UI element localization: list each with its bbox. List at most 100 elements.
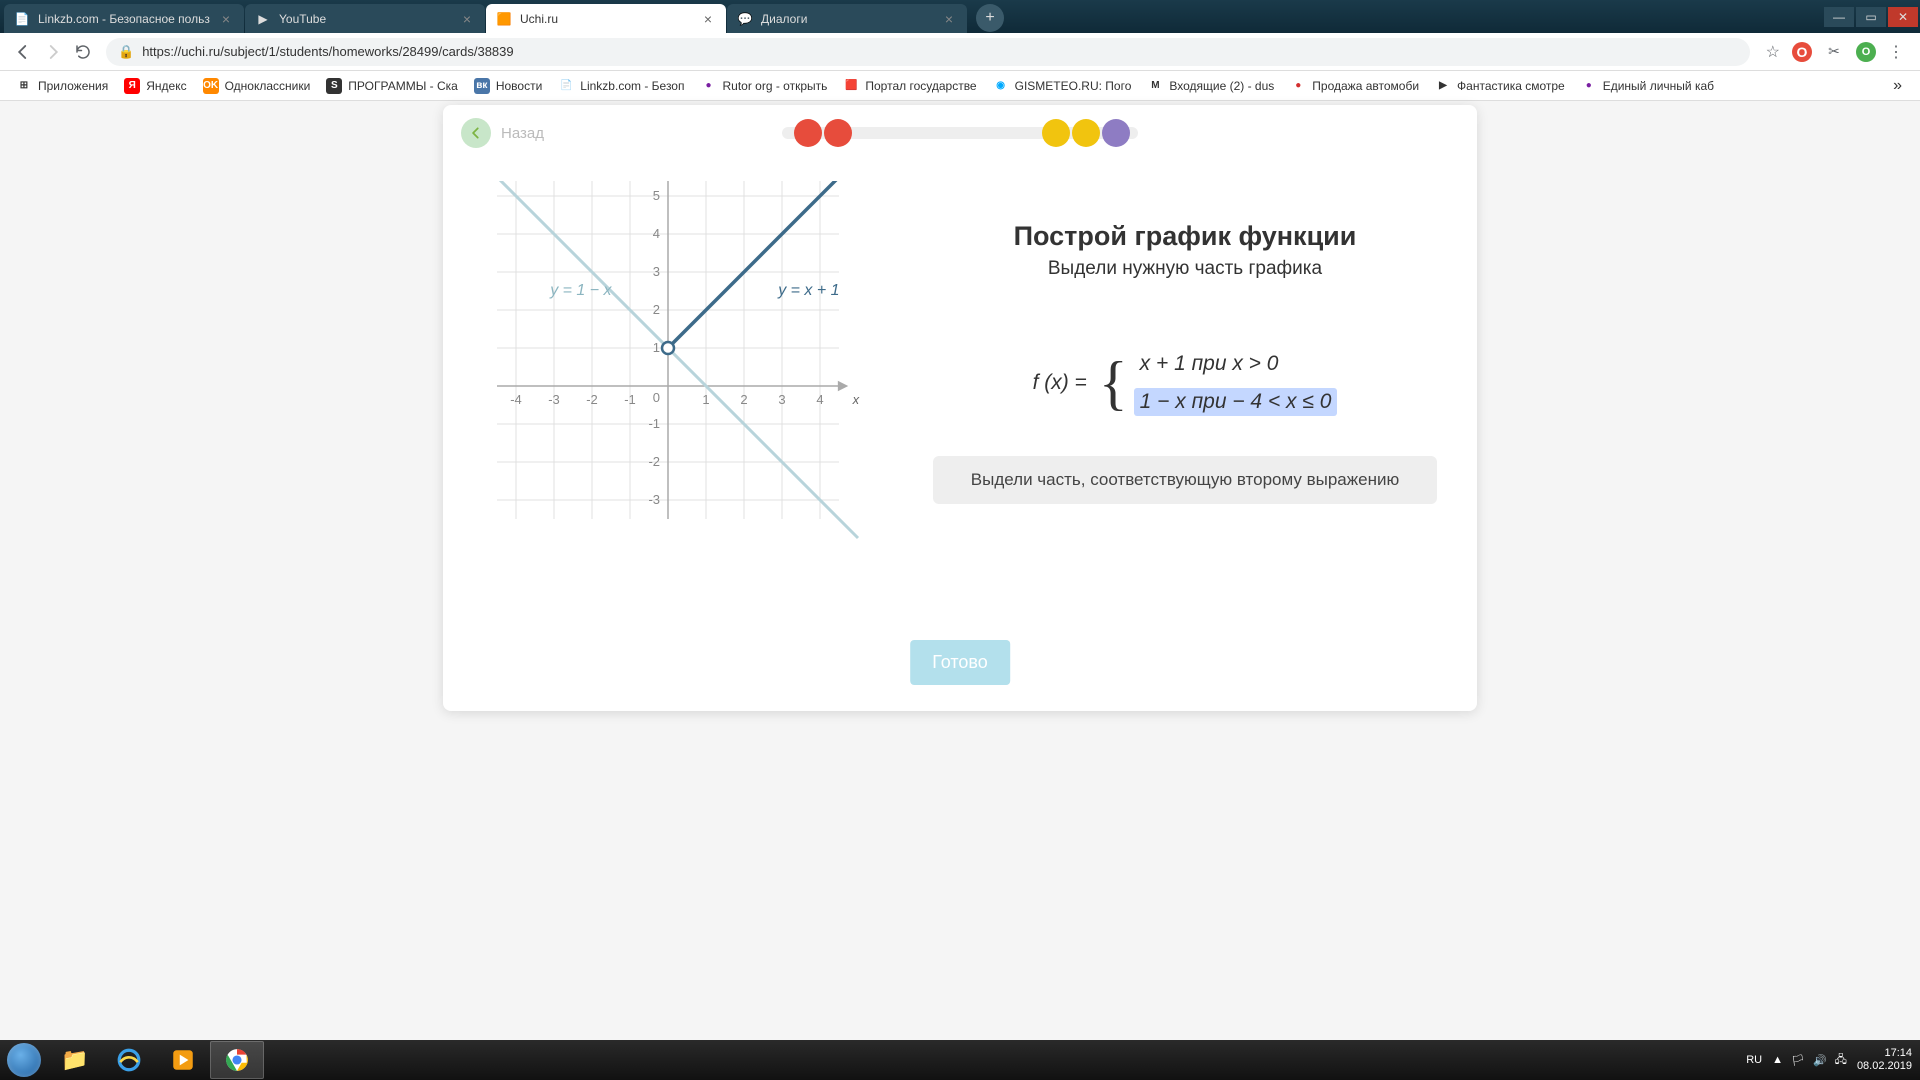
bookmark-item[interactable]: Я Яндекс bbox=[116, 74, 194, 98]
tray-up-icon[interactable]: ▲ bbox=[1772, 1054, 1783, 1066]
svg-text:2: 2 bbox=[740, 392, 747, 407]
brace-icon: { bbox=[1099, 365, 1128, 401]
bookmark-icon: S bbox=[326, 78, 342, 94]
taskbar-explorer[interactable]: 📁 bbox=[48, 1041, 102, 1079]
bookmark-icon: ● bbox=[700, 78, 716, 94]
window-close-button[interactable]: ✕ bbox=[1888, 7, 1918, 27]
new-tab-button[interactable]: + bbox=[976, 4, 1004, 32]
svg-text:1: 1 bbox=[702, 392, 709, 407]
taskbar-ie[interactable] bbox=[102, 1041, 156, 1079]
progress-dot bbox=[824, 119, 852, 147]
nav-forward-button[interactable] bbox=[38, 37, 68, 67]
case-2-highlighted[interactable]: 1 − x при − 4 < x ≤ 0 bbox=[1134, 388, 1338, 416]
bookmark-item[interactable]: OKОдноклассники bbox=[195, 74, 319, 98]
taskbar-chrome[interactable] bbox=[210, 1041, 264, 1079]
bookmark-item[interactable]: S ПРОГРАММЫ - Ска bbox=[318, 74, 466, 98]
bookmark-label: Новости bbox=[496, 79, 542, 93]
minimize-button[interactable]: — bbox=[1824, 7, 1854, 27]
bookmark-label: ПРОГРАММЫ - Ска bbox=[348, 79, 458, 93]
bookmark-label: Входящие (2) - dus bbox=[1169, 79, 1274, 93]
task-hint: Выдели часть, соответствующую второму вы… bbox=[933, 456, 1437, 504]
tab-title: Linkzb.com - Безопасное польз bbox=[38, 12, 218, 26]
tray-clock[interactable]: 17:14 08.02.2019 bbox=[1857, 1047, 1912, 1073]
svg-text:y = x + 1: y = x + 1 bbox=[777, 282, 839, 299]
bookmark-label: Продажа автомоби bbox=[1312, 79, 1419, 93]
browser-tab[interactable]: ▶ YouTube × bbox=[245, 4, 485, 33]
bookmark-label: GISMETEO.RU: Пого bbox=[1015, 79, 1132, 93]
bookmark-icon: ⊞ bbox=[16, 78, 32, 94]
bookmark-item[interactable]: ▶Фантастика смотре bbox=[1427, 74, 1573, 98]
bookmarks-overflow-button[interactable]: » bbox=[1883, 73, 1912, 99]
bookmark-item[interactable]: 🟥Портал государстве bbox=[835, 74, 984, 98]
flag-icon[interactable]: 🏳 bbox=[1791, 1054, 1805, 1067]
extension-icon-2[interactable]: ✂ bbox=[1824, 42, 1844, 62]
window-titlebar: 📄 Linkzb.com - Безопасное польз ×▶ YouTu… bbox=[0, 0, 1920, 33]
tray-icons[interactable]: ▲ 🏳 🔊 🖧 bbox=[1772, 1051, 1847, 1070]
chrome-menu-icon[interactable]: ⋮ bbox=[1888, 42, 1904, 62]
maximize-button[interactable]: ▭ bbox=[1856, 7, 1886, 27]
browser-tab[interactable]: 📄 Linkzb.com - Безопасное польз × bbox=[4, 4, 244, 33]
profile-avatar[interactable]: О bbox=[1856, 42, 1876, 62]
svg-text:-2: -2 bbox=[586, 392, 598, 407]
tab-close-icon[interactable]: × bbox=[459, 11, 475, 27]
taskbar-media[interactable] bbox=[156, 1041, 210, 1079]
svg-text:-3: -3 bbox=[648, 492, 660, 507]
bookmark-icon: Я bbox=[124, 78, 140, 94]
back-button[interactable] bbox=[461, 118, 491, 148]
browser-tab[interactable]: 💬 Диалоги × bbox=[727, 4, 967, 33]
progress-dot bbox=[1102, 119, 1130, 147]
nav-back-button[interactable] bbox=[8, 37, 38, 67]
case-1[interactable]: x + 1 при x > 0 bbox=[1134, 350, 1338, 378]
bookmark-label: Яндекс bbox=[146, 79, 186, 93]
bookmark-label: Фантастика смотре bbox=[1457, 79, 1565, 93]
bookmark-item[interactable]: вкНовости bbox=[466, 74, 550, 98]
bookmark-label: Приложения bbox=[38, 79, 108, 93]
card-body: -4-3-2-112340-3-2-112345xyy = 1 − xy = x… bbox=[443, 161, 1477, 591]
bookmarks-bar: ⊞ Приложения Я Яндекс OKОдноклассники S ПРОГРА… bbox=[0, 71, 1920, 101]
progress-dots bbox=[782, 127, 1138, 139]
fx-label: f (x) = bbox=[1033, 371, 1087, 395]
tab-close-icon[interactable]: × bbox=[700, 11, 716, 27]
task-panel: Построй график функции Выдели нужную час… bbox=[933, 181, 1437, 591]
function-graph[interactable]: -4-3-2-112340-3-2-112345xyy = 1 − xy = x… bbox=[483, 181, 913, 591]
svg-text:4: 4 bbox=[816, 392, 823, 407]
svg-text:-4: -4 bbox=[510, 392, 522, 407]
bookmark-item[interactable]: ● Rutor org - открыть bbox=[692, 74, 835, 98]
start-button[interactable] bbox=[0, 1040, 48, 1080]
network-icon[interactable]: 🖧 bbox=[1835, 1051, 1847, 1070]
star-icon[interactable]: ☆ bbox=[1766, 42, 1780, 62]
system-tray: RU ▲ 🏳 🔊 🖧 17:14 08.02.2019 bbox=[1746, 1047, 1920, 1073]
url-text: https://uchi.ru/subject/1/students/homew… bbox=[142, 44, 513, 59]
tab-favicon: ▶ bbox=[255, 11, 271, 27]
tray-language[interactable]: RU bbox=[1746, 1054, 1762, 1066]
svg-text:-3: -3 bbox=[548, 392, 560, 407]
extension-icon-1[interactable]: O bbox=[1792, 42, 1812, 62]
reload-button[interactable] bbox=[68, 37, 98, 67]
bookmark-icon: ◉ bbox=[993, 78, 1009, 94]
svg-text:y = 1 − x: y = 1 − x bbox=[549, 282, 612, 299]
bookmark-item[interactable]: ●Продажа автомоби bbox=[1282, 74, 1427, 98]
back-label: Назад bbox=[501, 125, 544, 142]
url-field[interactable]: 🔒 https://uchi.ru/subject/1/students/hom… bbox=[106, 38, 1750, 66]
svg-text:2: 2 bbox=[653, 302, 660, 317]
svg-text:3: 3 bbox=[778, 392, 785, 407]
address-bar: 🔒 https://uchi.ru/subject/1/students/hom… bbox=[0, 33, 1920, 71]
bookmark-item[interactable]: ⊞ Приложения bbox=[8, 74, 116, 98]
bookmark-label: Rutor org - открыть bbox=[722, 79, 827, 93]
volume-icon[interactable]: 🔊 bbox=[1813, 1054, 1827, 1067]
bookmark-item[interactable]: MВходящие (2) - dus bbox=[1139, 74, 1282, 98]
bookmark-item[interactable]: 📄Linkzb.com - Безоп bbox=[550, 74, 692, 98]
done-button[interactable]: Готово bbox=[910, 640, 1010, 685]
tab-close-icon[interactable]: × bbox=[218, 11, 234, 27]
tab-strip: 📄 Linkzb.com - Безопасное польз ×▶ YouTu… bbox=[0, 0, 1822, 33]
browser-tab[interactable]: 🟧 Uchi.ru × bbox=[486, 4, 726, 33]
bookmark-label: Единый личный каб bbox=[1603, 79, 1714, 93]
tab-close-icon[interactable]: × bbox=[941, 11, 957, 27]
bookmark-item[interactable]: ●Единый личный каб bbox=[1573, 74, 1722, 98]
extensions: ☆ O ✂ О ⋮ bbox=[1758, 42, 1912, 62]
task-subtitle: Выдели нужную часть графика bbox=[933, 258, 1437, 280]
progress-dot bbox=[1072, 119, 1100, 147]
page-content: Назад -4-3-2-112340-3-2-112345xyy = 1 − … bbox=[0, 101, 1920, 1040]
svg-text:-2: -2 bbox=[648, 454, 660, 469]
bookmark-item[interactable]: ◉ GISMETEO.RU: Пого bbox=[985, 74, 1140, 98]
